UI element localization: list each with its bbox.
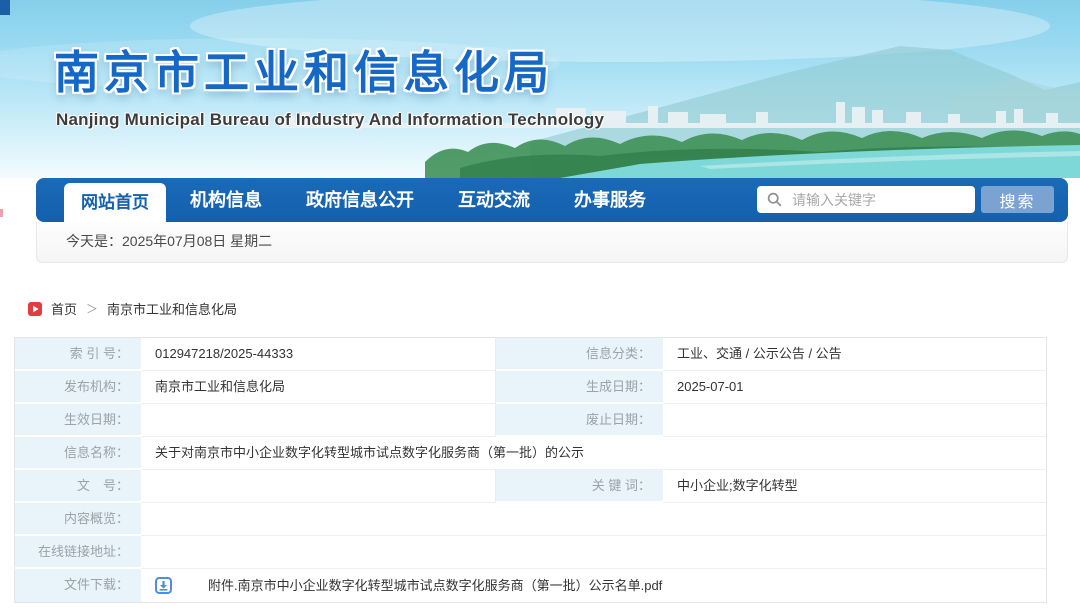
tab-organization-info[interactable]: 机构信息 xyxy=(168,178,284,222)
file-download-label: 文件下载： xyxy=(15,569,141,602)
file-download-cell: 附件.南京市中小企业数字化转型城市试点数字化服务商（第一批）公示名单.pdf xyxy=(141,569,1046,602)
tab-services[interactable]: 办事服务 xyxy=(552,178,668,222)
breadcrumb-current[interactable]: 南京市工业和信息化局 xyxy=(107,299,237,318)
table-row: 文 号： 关 键 词： 中小企业;数字化转型 xyxy=(15,470,1046,503)
keywords-value: 中小企业;数字化转型 xyxy=(663,470,1046,503)
date-text: 今天是：2025年07月08日 星期二 xyxy=(66,233,273,249)
content-overview-label: 内容概览： xyxy=(15,503,141,536)
index-number-label: 索 引 号： xyxy=(15,338,141,371)
download-icon[interactable] xyxy=(155,577,172,594)
table-row: 索 引 号： 012947218/2025-44333 信息分类： 工业、交通 … xyxy=(15,338,1046,371)
search-input[interactable] xyxy=(790,190,975,209)
document-number-value xyxy=(141,470,496,503)
breadcrumb: 首页 ＞ 南京市工业和信息化局 xyxy=(28,299,237,318)
content-overview-value xyxy=(141,503,1046,536)
breadcrumb-separator: ＞ xyxy=(86,302,99,316)
main-nav: 网站首页 机构信息 政府信息公开 互动交流 办事服务 搜索 xyxy=(36,178,1068,222)
search-icon xyxy=(767,192,782,207)
document-number-label: 文 号： xyxy=(15,470,141,503)
table-row: 发布机构： 南京市工业和信息化局 生成日期： 2025-07-01 xyxy=(15,371,1046,404)
page: 南京市工业和信息化局 Nanjing Municipal Bureau of I… xyxy=(0,0,1080,609)
index-number-value: 012947218/2025-44333 xyxy=(141,338,496,371)
table-row: 生效日期： 废止日期： xyxy=(15,404,1046,437)
info-category-label: 信息分类： xyxy=(496,338,663,371)
expiry-date-label: 废止日期： xyxy=(496,404,663,437)
search-box xyxy=(757,186,975,213)
search-area: 搜索 xyxy=(757,186,1054,213)
info-table: 索 引 号： 012947218/2025-44333 信息分类： 工业、交通 … xyxy=(14,337,1047,603)
table-row: 文件下载： 附件.南京市中小企业数字化转型城市试点数字化服务商（第一批）公示名单… xyxy=(15,569,1046,602)
effective-date-value xyxy=(141,404,496,437)
site-banner: 南京市工业和信息化局 Nanjing Municipal Bureau of I… xyxy=(0,0,1080,178)
publish-date-value: 2025-07-01 xyxy=(663,371,1046,404)
table-row: 内容概览： xyxy=(15,503,1046,536)
tab-government-info-disclosure[interactable]: 政府信息公开 xyxy=(284,178,436,222)
site-title: 南京市工业和信息化局 xyxy=(54,47,555,98)
table-row: 信息名称： 关于对南京市中小企业数字化转型城市试点数字化服务商（第一批）的公示 xyxy=(15,437,1046,470)
corner-accent xyxy=(0,0,10,15)
publisher-label: 发布机构： xyxy=(15,371,141,404)
online-link-label: 在线链接地址： xyxy=(15,536,141,569)
expiry-date-value xyxy=(663,404,1046,437)
publish-date-label: 生成日期： xyxy=(496,371,663,404)
table-row: 在线链接地址： xyxy=(15,536,1046,569)
info-title-label: 信息名称： xyxy=(15,437,141,470)
home-play-icon xyxy=(28,301,42,316)
search-button[interactable]: 搜索 xyxy=(981,186,1054,213)
info-title-value: 关于对南京市中小企业数字化转型城市试点数字化服务商（第一批）的公示 xyxy=(141,437,1046,470)
site-subtitle-english: Nanjing Municipal Bureau of Industry And… xyxy=(56,110,605,129)
online-link-value xyxy=(141,536,1046,569)
publisher-value: 南京市工业和信息化局 xyxy=(141,371,496,404)
breadcrumb-home[interactable]: 首页 xyxy=(51,299,77,318)
attachment-link[interactable]: 附件.南京市中小企业数字化转型城市试点数字化服务商（第一批）公示名单.pdf xyxy=(208,570,662,602)
date-bar: 今天是：2025年07月08日 星期二 xyxy=(36,222,1068,263)
effective-date-label: 生效日期： xyxy=(15,404,141,437)
tab-interaction[interactable]: 互动交流 xyxy=(436,178,552,222)
tab-home[interactable]: 网站首页 xyxy=(64,183,166,222)
info-category-value: 工业、交通 / 公示公告 / 公告 xyxy=(663,338,1046,371)
left-edge-mark xyxy=(0,209,3,217)
keywords-label: 关 键 词： xyxy=(496,470,663,503)
